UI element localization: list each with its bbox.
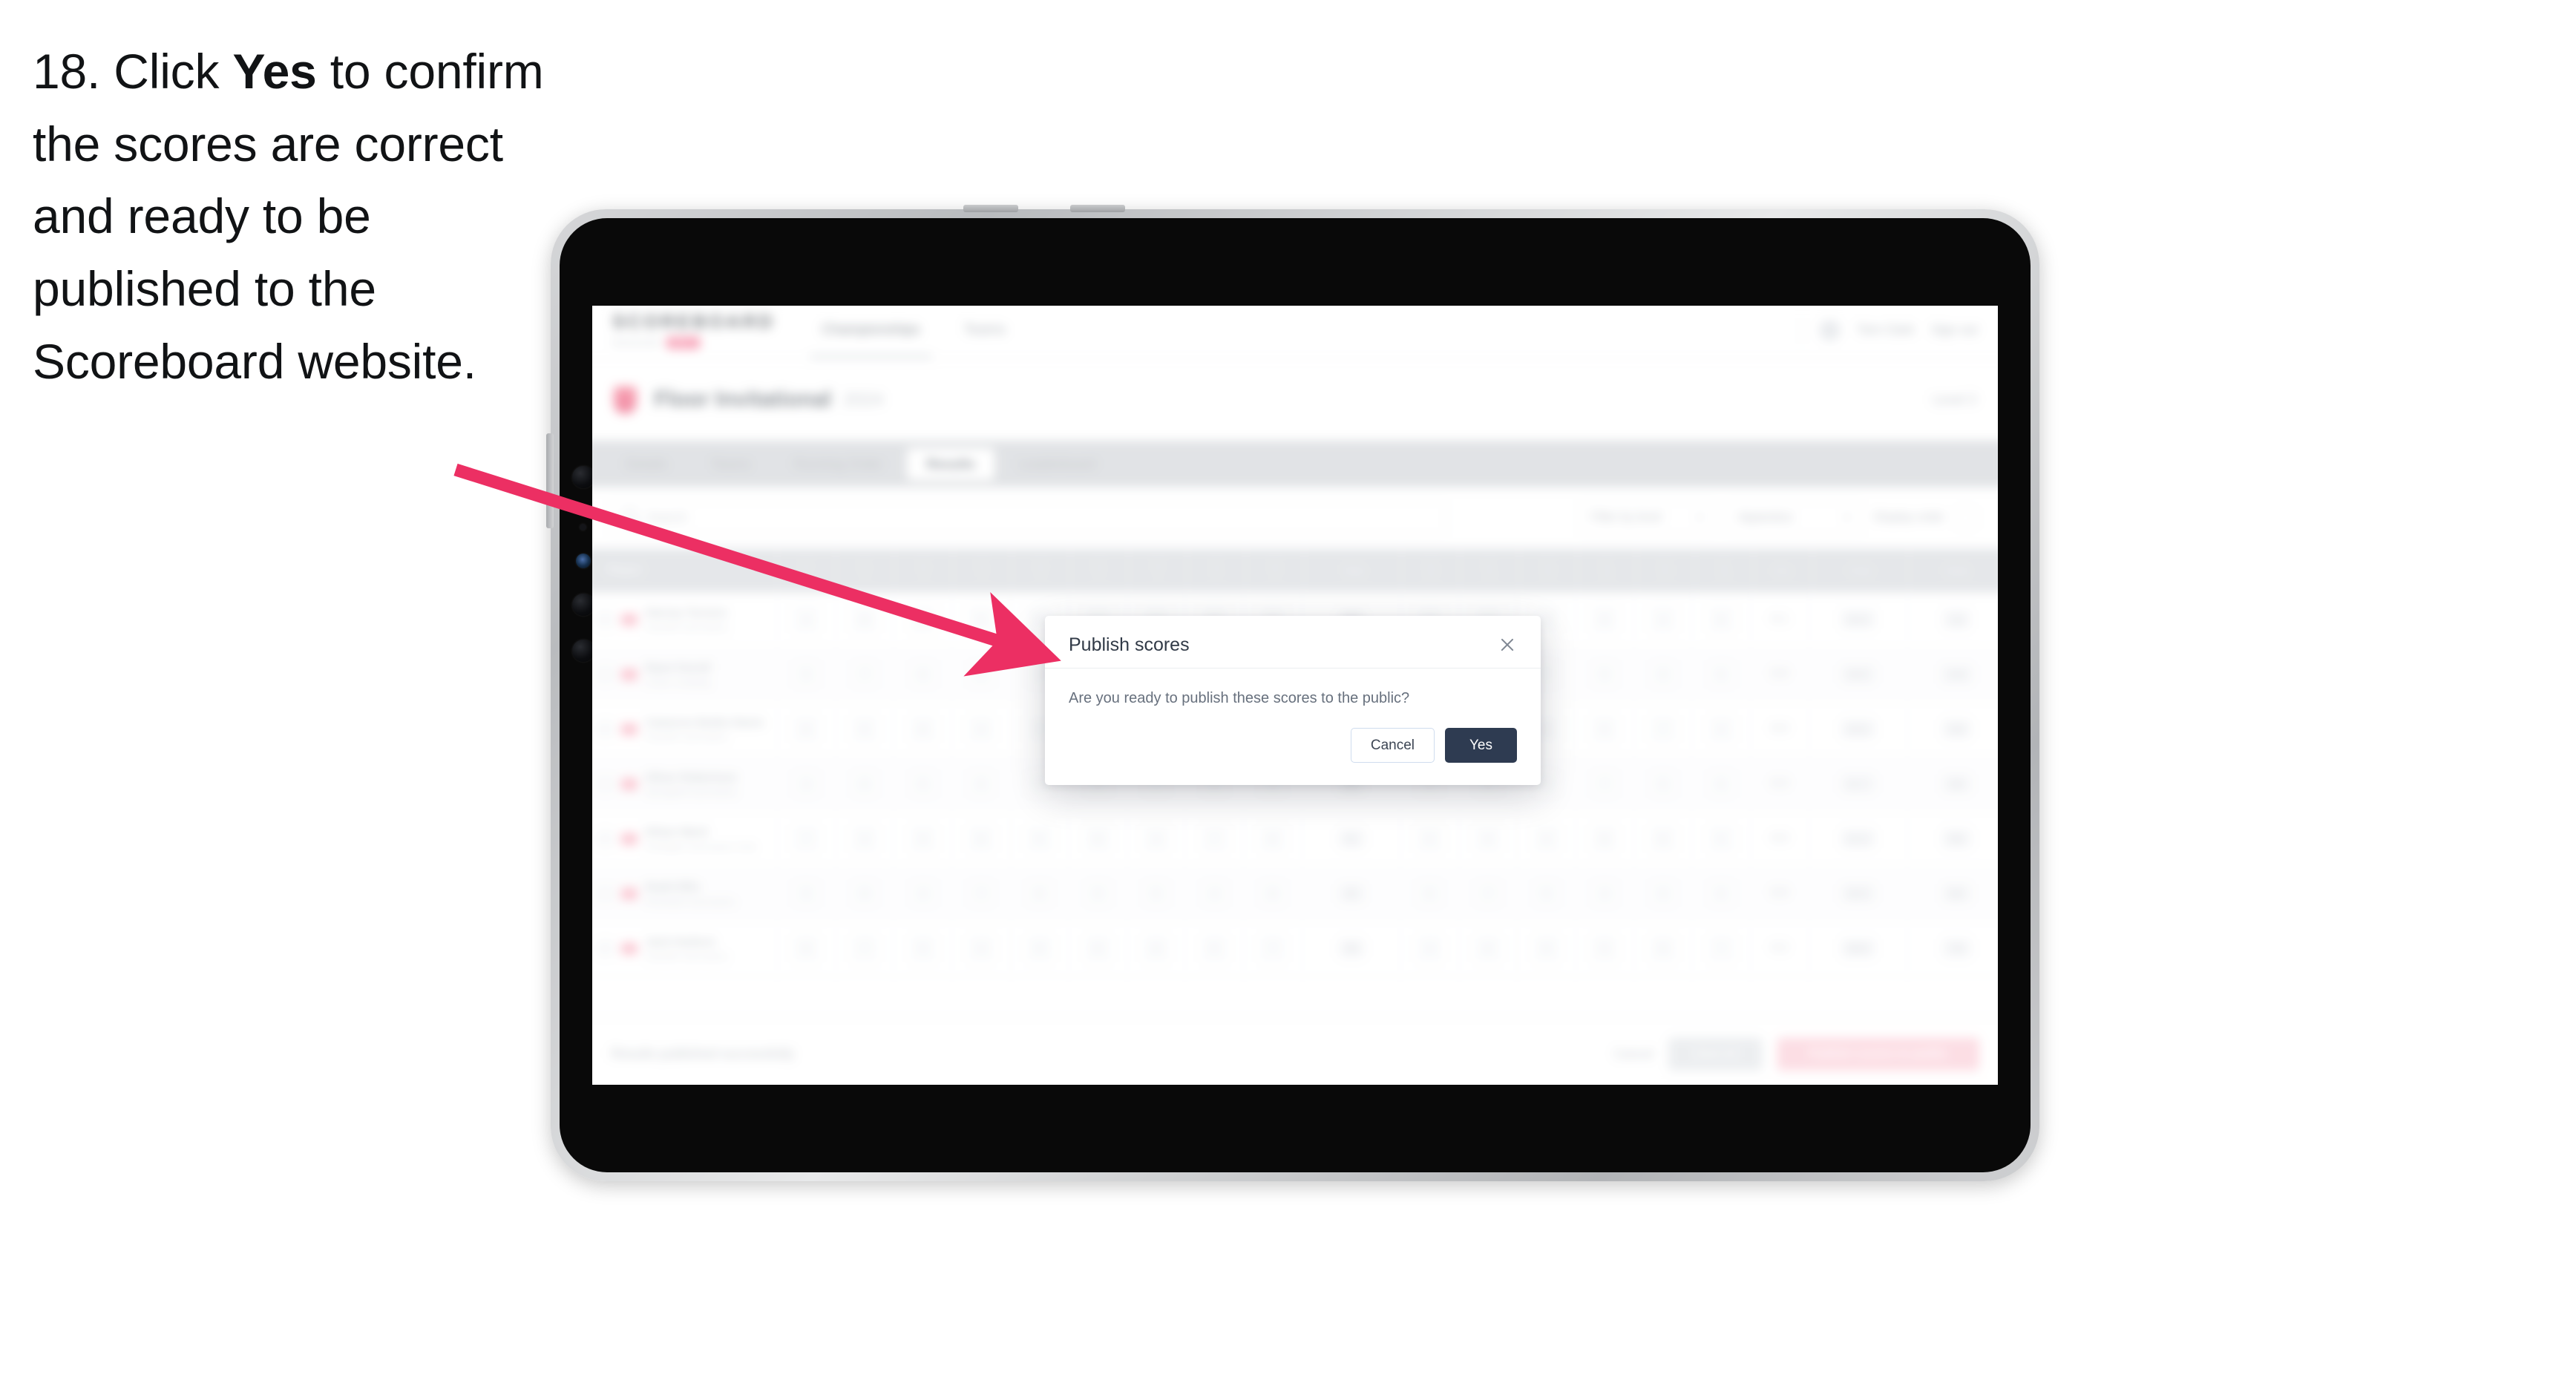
dialog-header: Publish scores bbox=[1045, 616, 1541, 669]
step-number: 18. bbox=[33, 44, 101, 99]
hardware-button-top-1[interactable] bbox=[963, 205, 1018, 212]
publish-scores-dialog: Publish scores Are you ready to publish … bbox=[1045, 616, 1541, 785]
hardware-button-top-2[interactable] bbox=[1070, 205, 1125, 212]
yes-button[interactable]: Yes bbox=[1445, 727, 1517, 763]
camera-lens-icon bbox=[572, 466, 594, 488]
instruction-lead: Click bbox=[114, 44, 220, 99]
microphone-icon bbox=[580, 524, 586, 531]
close-icon[interactable] bbox=[1498, 635, 1517, 654]
instruction-emphasis: Yes bbox=[232, 44, 317, 99]
dialog-title: Publish scores bbox=[1069, 634, 1190, 655]
sensor-icon bbox=[576, 554, 591, 568]
dialog-message: Are you ready to publish these scores to… bbox=[1069, 689, 1410, 706]
device-screen: SCOREBOARD MANAGER BETA Championships Te… bbox=[592, 306, 1998, 1085]
dialog-actions: Cancel Yes bbox=[1045, 716, 1541, 785]
cancel-button[interactable]: Cancel bbox=[1350, 727, 1435, 763]
tablet-device: SCOREBOARD MANAGER BETA Championships Te… bbox=[546, 205, 2039, 1181]
hardware-button-left[interactable] bbox=[546, 433, 554, 528]
camera-lens-icon bbox=[572, 640, 594, 662]
instruction-text: 18. Click Yes to confirm the scores are … bbox=[33, 36, 552, 398]
camera-lens-icon bbox=[572, 594, 594, 616]
